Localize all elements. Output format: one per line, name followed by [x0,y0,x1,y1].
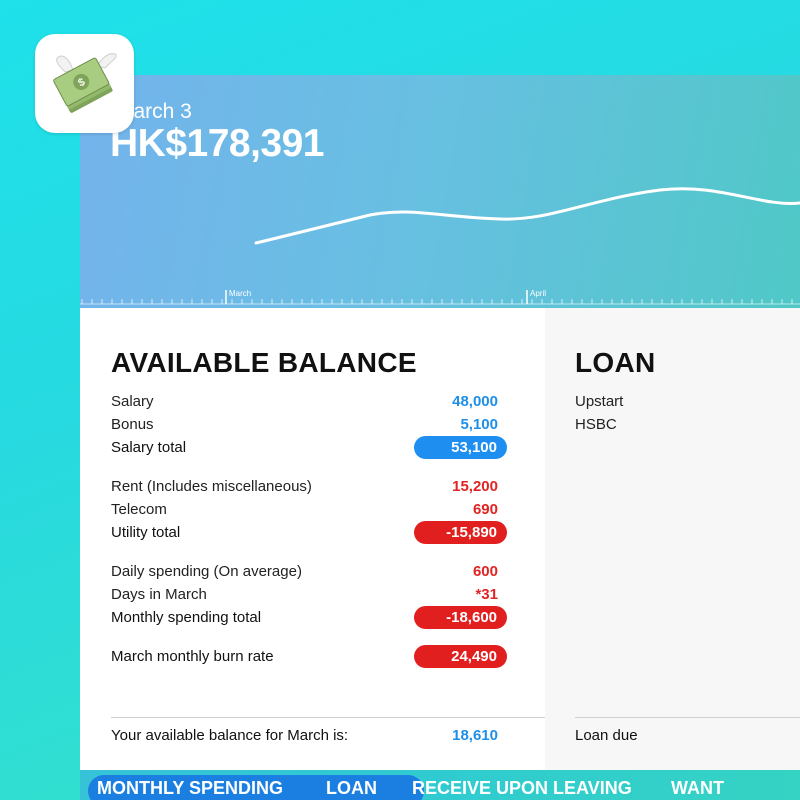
tab-monthly-spending[interactable]: MONTHLY SPENDING [97,778,283,799]
rent-label: Rent (Includes miscellaneous) [111,478,312,495]
available-balance-footer-label: Your available balance for March is: [111,727,349,744]
daily-spending-value: 600 [472,563,498,580]
days-in-month-value: *31 [475,586,498,603]
tab-want[interactable]: WANT [671,778,724,799]
loan-item-upstart: Upstart [575,393,624,410]
tab-loan[interactable]: LOAN [326,778,377,799]
available-balance-panel: AVAILABLE BALANCE Salary 48,000 Bonus 5,… [80,308,545,770]
loan-panel: LOAN Upstart HSBC Loan due [545,308,800,770]
salary-total-label: Salary total [111,439,187,456]
app-window: March April March 3 HK$178,391 AVAILABLE… [80,75,800,800]
loan-due-label: Loan due [575,727,638,744]
bonus-label: Bonus [111,416,154,433]
loan-title: LOAN [575,347,656,378]
bonus-value: 5,100 [460,416,498,433]
utility-total-label: Utility total [111,524,181,541]
available-balance-footer-value: 18,610 [452,727,498,744]
burn-rate-pill: 24,490 [414,645,507,668]
tab-bar: MONTHLY SPENDING LOAN RECEIVE UPON LEAVI… [80,770,800,800]
telecom-label: Telecom [111,501,167,518]
salary-label: Salary [111,393,154,410]
tab-receive-upon-leaving[interactable]: RECEIVE UPON LEAVING [412,778,632,799]
balance-trend-line [254,187,800,245]
available-balance-title: AVAILABLE BALANCE [111,347,417,378]
utility-total-pill: -15,890 [414,521,507,544]
rent-value: 15,200 [452,478,498,495]
balance-header: March April March 3 HK$178,391 [80,75,800,308]
salary-total-pill: 53,100 [414,436,507,459]
header-balance-amount: HK$178,391 [110,122,325,165]
flying-money-icon: $ [35,34,134,133]
salary-value: 48,000 [452,393,498,410]
daily-spending-label: Daily spending (On average) [111,563,302,580]
telecom-value: 690 [472,501,498,518]
loan-footer-divider [575,717,800,718]
days-in-month-label: Days in March [111,586,207,603]
axis-label-april: April [530,289,546,298]
monthly-spending-total-pill: -18,600 [414,606,507,629]
balance-footer-divider [111,717,545,718]
burn-rate-label: March monthly burn rate [111,648,274,665]
monthly-spending-total-label: Monthly spending total [111,609,262,626]
axis-label-march: March [229,289,251,298]
timeline-ticks [81,299,793,304]
loan-item-hsbc: HSBC [575,416,617,433]
